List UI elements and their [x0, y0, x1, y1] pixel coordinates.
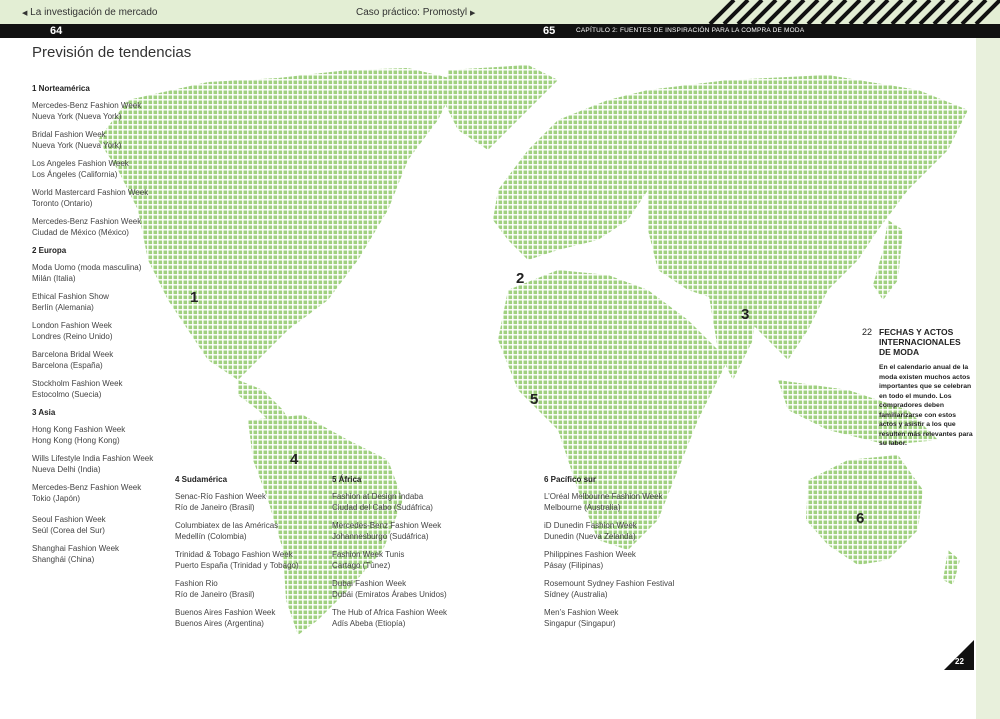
list-item: Stockholm Fashion Week Estocolmo (Suecia) — [32, 379, 123, 399]
map-label-6: 6 — [856, 510, 865, 527]
region-europa: 2 Europa Moda Uomo (moda masculina) Milán… — [32, 246, 153, 400]
list-item: World Mastercard Fashion Week Toronto (On… — [32, 188, 149, 208]
list-item: Men’s Fashion Week Singapur (Singapur) — [544, 608, 619, 628]
list-item: Trinidad & Tobago Fashion Week Puerto Esp… — [175, 550, 299, 570]
region-pacifico-sur: 6 Pacífico sur L’Oréal Melbourne Fashion… — [544, 475, 674, 636]
region-heading: 3 Asia — [32, 408, 56, 417]
list-item: Rosemount Sydney Fashion Festival Sídney … — [544, 579, 675, 599]
map-label-3: 3 — [741, 306, 750, 323]
map-label-4: 4 — [290, 451, 299, 468]
list-item: Philippines Fashion Week Pásay (Filipinas… — [544, 550, 636, 570]
list-item: Fashion Rio Río de Janeiro (Brasil) — [175, 579, 255, 599]
list-item: Dubai Fashion Week Dubái (Emiratos Árabes… — [332, 579, 447, 599]
region-heading: 6 Pacífico sur — [544, 475, 597, 484]
chapter-title: CAPÍTULO 2: FUENTES DE INSPIRACIÓN PARA … — [576, 27, 805, 34]
list-item: Mercedes-Benz Fashion Week Ciudad de Méxi… — [32, 217, 142, 237]
map-label-2: 2 — [516, 270, 525, 287]
caret-left-icon: ◀ — [22, 10, 28, 17]
list-item: iD Dunedin Fashion Week Dunedin (Nueva Ze… — [544, 521, 637, 541]
next-section-link[interactable]: Caso práctico: Promostyl ▶ — [356, 7, 475, 18]
map-label-1: 1 — [190, 289, 199, 306]
list-item: Bridal Fashion Week Nueva York (Nueva Yor… — [32, 130, 122, 150]
list-item: Wills Lifestyle India Fashion Week Nueva … — [32, 454, 154, 474]
region-asia: 3 Asia Hong Kong Fashion Week Hong Kong (… — [32, 408, 153, 565]
list-item: Columbiatex de las Américas Medellín (Col… — [175, 521, 279, 541]
region-africa: 5 África Fashion at Design Indaba Ciudad … — [332, 475, 447, 636]
list-item: L’Oréal Melbourne Fashion Week Melbourne … — [544, 492, 663, 512]
list-item: Seoul Fashion Week Seúl (Corea del Sur) — [32, 515, 106, 535]
note-body: En el calendario anual de la moda existe… — [879, 364, 973, 447]
region-heading: 4 Sudamérica — [175, 475, 228, 484]
header-bar — [0, 24, 1000, 38]
map-new-zealand — [943, 550, 960, 585]
map-australia — [806, 455, 923, 565]
region-heading: 1 Norteamérica — [32, 84, 90, 93]
region-heading: 2 Europa — [32, 246, 67, 255]
list-item: The Hub of Africa Fashion Week Adís Abeba… — [332, 608, 448, 628]
list-item: London Fashion Week Londres (Reino Unido) — [32, 321, 113, 341]
list-item: Mercedes-Benz Fashion Week Nueva York (Nu… — [32, 101, 142, 121]
list-item: Buenos Aires Fashion Week Buenos Aires (A… — [175, 608, 276, 628]
caret-right-icon: ▶ — [469, 10, 476, 17]
page-number-left: 64 — [50, 25, 63, 37]
list-item: Fashion at Design Indaba Ciudad del Cabo … — [332, 492, 433, 512]
list-item: Mercedes-Benz Fashion Week Johannesburgo … — [332, 521, 442, 541]
list-item: Los Angeles Fashion Week Los Ángeles (Cal… — [32, 159, 129, 179]
map-asia — [648, 75, 968, 360]
right-edge-band — [976, 38, 1000, 719]
map-japan — [873, 220, 903, 300]
note-title: FECHAS Y ACTOS INTERNACIONALES DE MODA — [879, 327, 961, 357]
diagonal-stripes — [708, 0, 1000, 24]
corner-page-number: 22 — [955, 657, 964, 666]
prev-section-link[interactable]: ◀ La investigación de mercado — [22, 7, 157, 18]
region-heading: 5 África — [332, 475, 362, 484]
list-item: Fashion Week Tunis Cartago (Túnez) — [332, 550, 405, 570]
list-item: Barcelona Bridal Week Barcelona (España) — [32, 350, 114, 370]
page-title: Previsión de tendencias — [32, 44, 192, 61]
region-norteamerica: 1 Norteamérica Mercedes-Benz Fashion Wee… — [32, 84, 153, 238]
list-item: Moda Uomo (moda masculina) Milán (Italia) — [32, 263, 142, 283]
list-item: Shanghai Fashion Week Shanghái (China) — [32, 544, 120, 564]
region-list-left: 1 Norteamérica Mercedes-Benz Fashion Wee… — [32, 84, 153, 573]
list-item: Mercedes-Benz Fashion Week Tokio (Japón) — [32, 483, 142, 503]
page-number-right: 65 — [543, 25, 556, 37]
list-item: Ethical Fashion Show Berlín (Alemania) — [32, 292, 109, 312]
map-label-5: 5 — [530, 391, 539, 408]
list-item: Senac-Río Fashion Week Río de Janeiro (Br… — [175, 492, 267, 512]
note-number: 22 — [862, 327, 873, 337]
region-sudamerica: 4 Sudamérica Senac-Río Fashion Week Río d… — [175, 475, 299, 636]
list-item: Hong Kong Fashion Week Hong Kong (Hong Ko… — [32, 425, 126, 445]
